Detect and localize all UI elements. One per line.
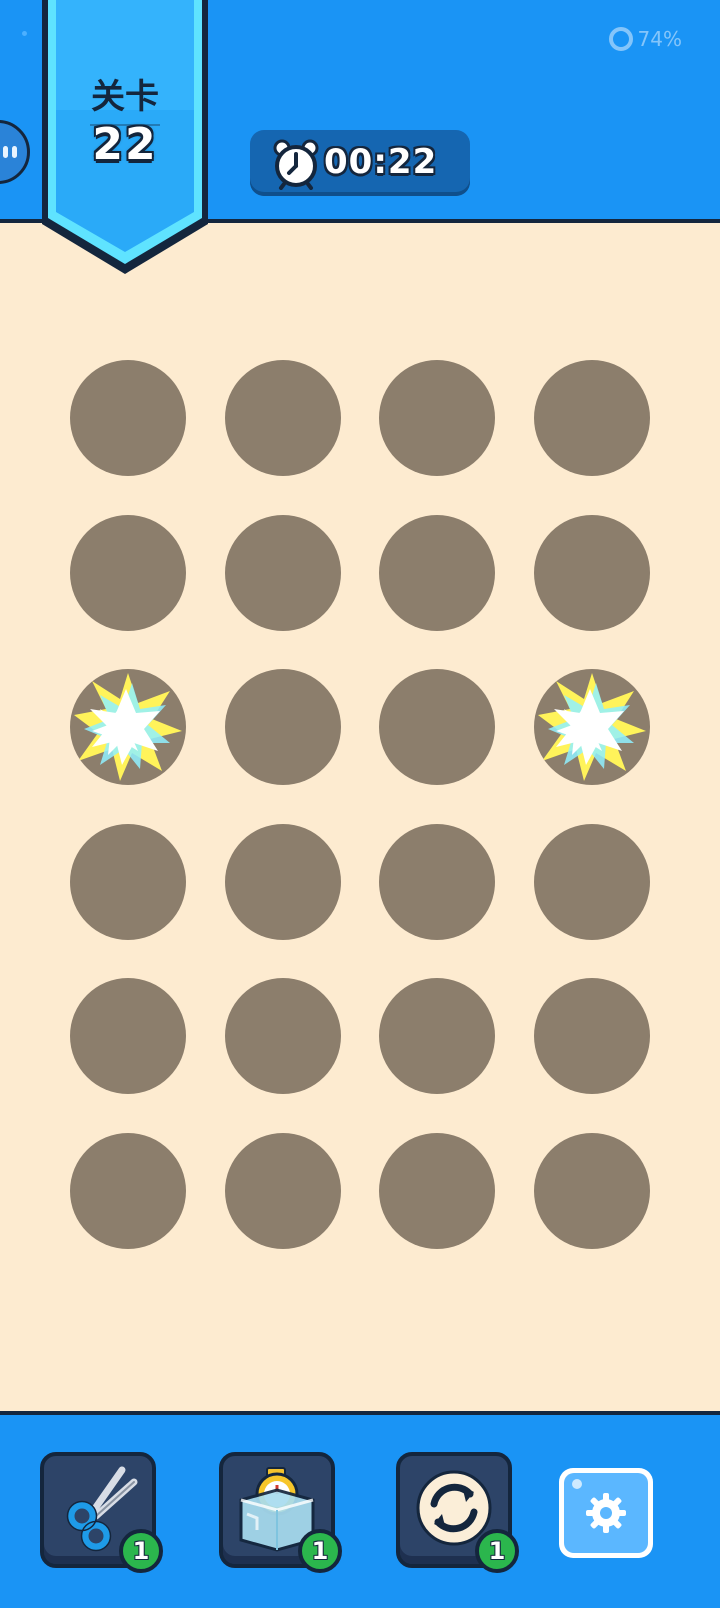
- progress-ring-icon: [608, 27, 633, 51]
- board-hole[interactable]: [379, 1133, 495, 1249]
- status-dot: [22, 31, 27, 36]
- settings-shine: [572, 1479, 582, 1489]
- board-hole[interactable]: [534, 360, 650, 476]
- board-hole[interactable]: [379, 978, 495, 1094]
- board-hole[interactable]: [70, 515, 186, 631]
- board-hole[interactable]: [225, 978, 341, 1094]
- progress-indicator: 74%: [608, 26, 682, 52]
- board-hole[interactable]: [225, 669, 341, 785]
- board-hole[interactable]: [379, 669, 495, 785]
- timer-text: 00:22: [324, 142, 438, 182]
- board-hole[interactable]: [70, 360, 186, 476]
- board-hole[interactable]: [70, 978, 186, 1094]
- board-hole[interactable]: [534, 669, 650, 785]
- freeze-count-badge: 1: [298, 1529, 342, 1573]
- board-hole[interactable]: [70, 1133, 186, 1249]
- board-hole[interactable]: [379, 360, 495, 476]
- sparkle-burst-icon: [538, 673, 646, 781]
- board-hole[interactable]: [225, 515, 341, 631]
- sparkle-burst-icon: [74, 673, 182, 781]
- board-hole[interactable]: [534, 978, 650, 1094]
- scissors-count-badge: 1: [119, 1529, 163, 1573]
- settings-button[interactable]: [559, 1468, 653, 1558]
- alarm-clock-icon: [273, 139, 319, 190]
- game-screen: 74% 00:22 关卡 22 1 1 1: [0, 0, 720, 1608]
- board-hole[interactable]: [225, 360, 341, 476]
- gear-icon: [586, 1493, 626, 1533]
- board-hole[interactable]: [70, 824, 186, 940]
- board-hole[interactable]: [534, 824, 650, 940]
- board-hole[interactable]: [225, 1133, 341, 1249]
- board-hole[interactable]: [534, 515, 650, 631]
- board-hole[interactable]: [225, 824, 341, 940]
- board-hole[interactable]: [70, 669, 186, 785]
- level-number: 22: [92, 119, 158, 170]
- progress-text: 74%: [637, 27, 682, 51]
- level-label: 关卡: [91, 77, 159, 117]
- level-banner: 关卡 22: [38, 0, 212, 276]
- avatar-eyes-icon: [3, 146, 17, 158]
- timer: 00:22: [250, 130, 470, 196]
- board-hole[interactable]: [534, 1133, 650, 1249]
- settings-button-face: [564, 1473, 648, 1553]
- board-hole[interactable]: [379, 824, 495, 940]
- shuffle-count-badge: 1: [475, 1529, 519, 1573]
- board-hole[interactable]: [379, 515, 495, 631]
- side-avatar-button[interactable]: [0, 120, 30, 184]
